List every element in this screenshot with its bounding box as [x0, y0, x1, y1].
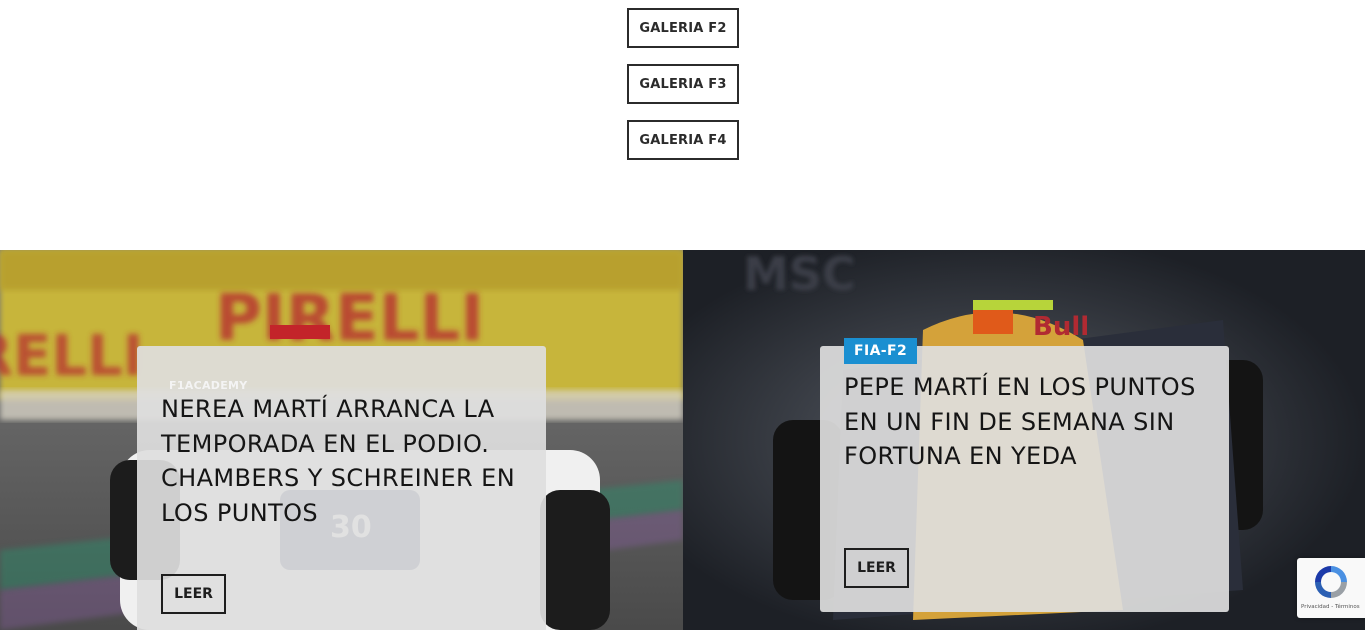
post-card-f1academy: PIRELLI RELLI 30 F1ACADEMY NEREA MARTÍ A… [0, 250, 683, 630]
post-card-overlay: FIA-F2 PEPE MARTÍ EN LOS PUNTOS EN UN FI… [820, 338, 1229, 612]
gallery-f3-button[interactable]: GALERIA F3 [627, 64, 739, 104]
recaptcha-privacy-terms[interactable]: Privacidad - Términos [1301, 604, 1360, 610]
post-title[interactable]: NEREA MARTÍ ARRANCA LA TEMPORADA EN EL P… [161, 392, 536, 530]
read-more-button[interactable]: LEER [844, 548, 909, 588]
pirelli-logo: PIRELLI [215, 282, 484, 356]
post-title[interactable]: PEPE MARTÍ EN LOS PUNTOS EN UN FIN DE SE… [844, 370, 1219, 474]
recaptcha-icon [1315, 566, 1347, 598]
svg-text:MSC: MSC [743, 250, 856, 301]
read-more-button[interactable]: LEER [161, 574, 226, 614]
category-label[interactable]: F1ACADEMY [169, 379, 248, 392]
post-card-overlay: F1ACADEMY NEREA MARTÍ ARRANCA LA TEMPORA… [137, 346, 546, 630]
svg-text:Bull: Bull [1033, 312, 1089, 342]
gallery-f4-button[interactable]: GALERIA F4 [627, 120, 739, 160]
recaptcha-badge[interactable]: Privacidad - Términos [1297, 558, 1365, 618]
gallery-f2-button[interactable]: GALERIA F2 [627, 8, 739, 48]
post-card-fia-f2: MSC Bull FIA-F2 PEPE MARTÍ EN LOS PUNTOS… [683, 250, 1365, 630]
category-badge[interactable]: FIA-F2 [844, 338, 918, 364]
pirelli-logo: RELLI [0, 324, 144, 389]
